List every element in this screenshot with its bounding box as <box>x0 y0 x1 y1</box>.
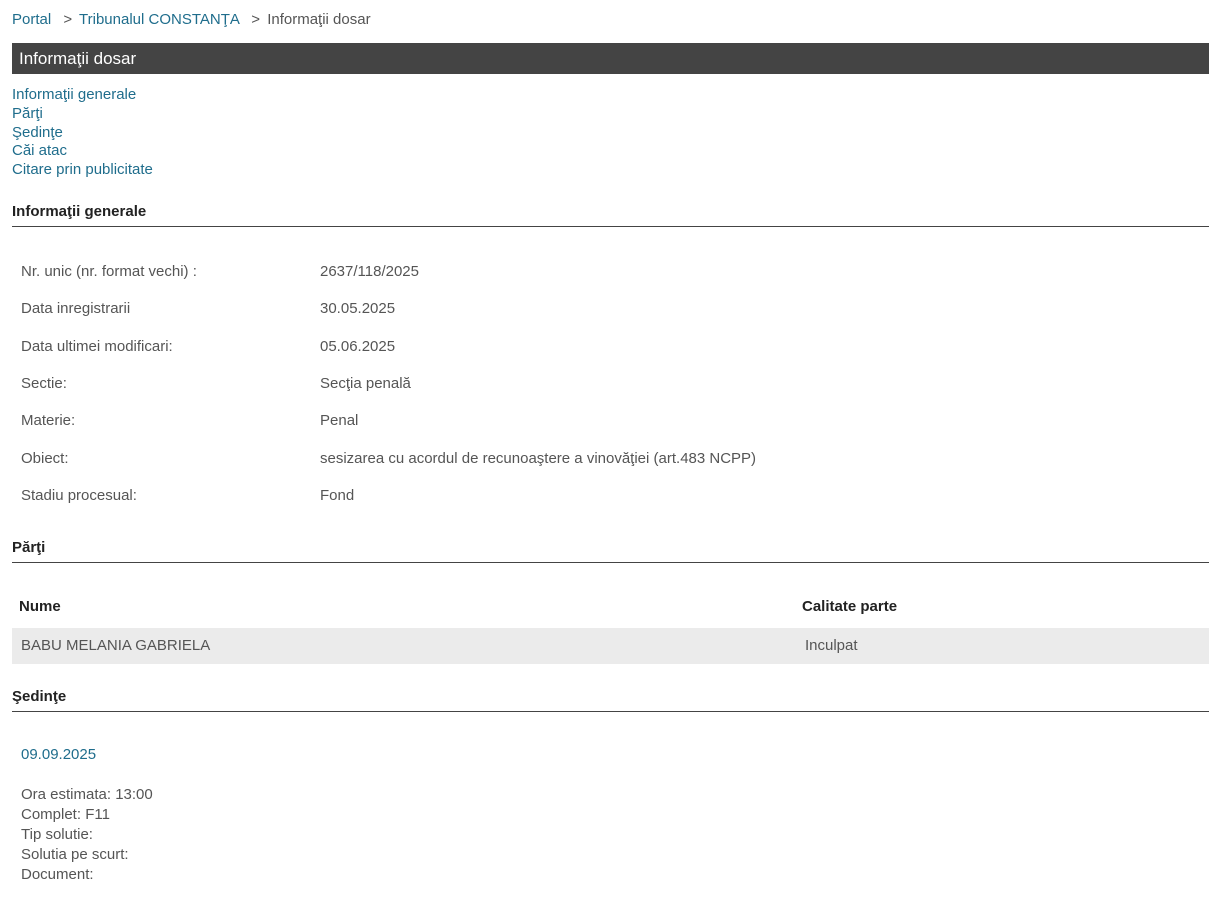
breadcrumb-portal-link[interactable]: Portal <box>12 11 51 28</box>
info-label: Sectie: <box>21 375 67 392</box>
info-value: 30.05.2025 <box>320 300 396 317</box>
hearing-document: Document: <box>21 866 94 883</box>
info-label: Data inregistrarii <box>21 300 131 317</box>
info-label: Nr. unic (nr. format vechi) : <box>21 263 197 280</box>
info-value: Penal <box>320 412 359 429</box>
column-header-name: Nume <box>19 598 61 615</box>
info-label: Stadiu procesual: <box>21 487 137 504</box>
section-heading-parties: Părţi <box>12 539 1209 563</box>
nav-link-hearings[interactable]: Şedinţe <box>12 124 153 143</box>
party-role: Inculpat <box>805 637 858 654</box>
breadcrumb-current: Informaţii dosar <box>267 11 371 28</box>
hearing-details: Ora estimata: 13:00 Complet: F11 Tip sol… <box>21 785 153 885</box>
info-row-object: Obiect: sesizarea cu acordul de recunoaşt… <box>21 450 756 467</box>
info-value: 05.06.2025 <box>320 338 396 355</box>
breadcrumb-separator: > <box>251 11 261 28</box>
info-value: 2637/118/2025 <box>320 263 419 280</box>
section-heading-hearings: Şedinţe <box>12 688 1209 712</box>
info-value: Secţia penală <box>320 375 411 392</box>
nav-link-parties[interactable]: Părţi <box>12 105 153 124</box>
parties-table-header: Nume Calitate parte <box>12 598 1209 620</box>
hearing-solution-summary: Solutia pe scurt: <box>21 846 129 863</box>
info-row-case-number: Nr. unic (nr. format vechi) : 2637/118/20… <box>21 263 419 280</box>
column-header-role: Calitate parte <box>802 598 898 615</box>
info-row-registration-date: Data inregistrarii 30.05.2025 <box>21 300 395 317</box>
info-value: Fond <box>320 487 355 504</box>
info-label: Materie: <box>21 412 76 429</box>
info-value: sesizarea cu acordul de recunoaştere a v… <box>320 450 757 467</box>
info-label: Obiect: <box>21 450 69 467</box>
info-row-procedural-stage: Stadiu procesual: Fond <box>21 487 354 504</box>
nav-link-appeals[interactable]: Căi atac <box>12 142 153 161</box>
breadcrumb-separator: > <box>63 11 73 28</box>
page-title-bar: Informaţii dosar <box>12 43 1209 74</box>
table-row: BABU MELANIA GABRIELA Inculpat <box>12 628 1209 664</box>
breadcrumb: Portal > Tribunalul CONSTANŢA > Informaţ… <box>12 11 371 28</box>
nav-link-public-summons[interactable]: Citare prin publicitate <box>12 161 153 180</box>
section-nav: Informaţii generale Părţi Şedinţe Căi at… <box>12 86 153 180</box>
section-heading-general-info: Informaţii generale <box>12 203 1209 227</box>
hearing-solution-type: Tip solutie: <box>21 826 93 843</box>
info-label: Data ultimei modificari: <box>21 338 173 355</box>
breadcrumb-court-link[interactable]: Tribunalul CONSTANŢA <box>79 11 239 28</box>
hearing-panel: Complet: F11 <box>21 806 110 823</box>
nav-link-general-info[interactable]: Informaţii generale <box>12 86 153 105</box>
page-title: Informaţii dosar <box>19 49 137 68</box>
info-row-matter: Materie: Penal <box>21 412 358 429</box>
party-name: BABU MELANIA GABRIELA <box>21 637 211 654</box>
hearing-estimated-time: Ora estimata: 13:00 <box>21 786 153 803</box>
info-row-last-modified: Data ultimei modificari: 05.06.2025 <box>21 338 395 355</box>
hearing-date: 09.09.2025 <box>21 746 97 763</box>
info-row-section: Sectie: Secţia penală <box>21 375 411 392</box>
